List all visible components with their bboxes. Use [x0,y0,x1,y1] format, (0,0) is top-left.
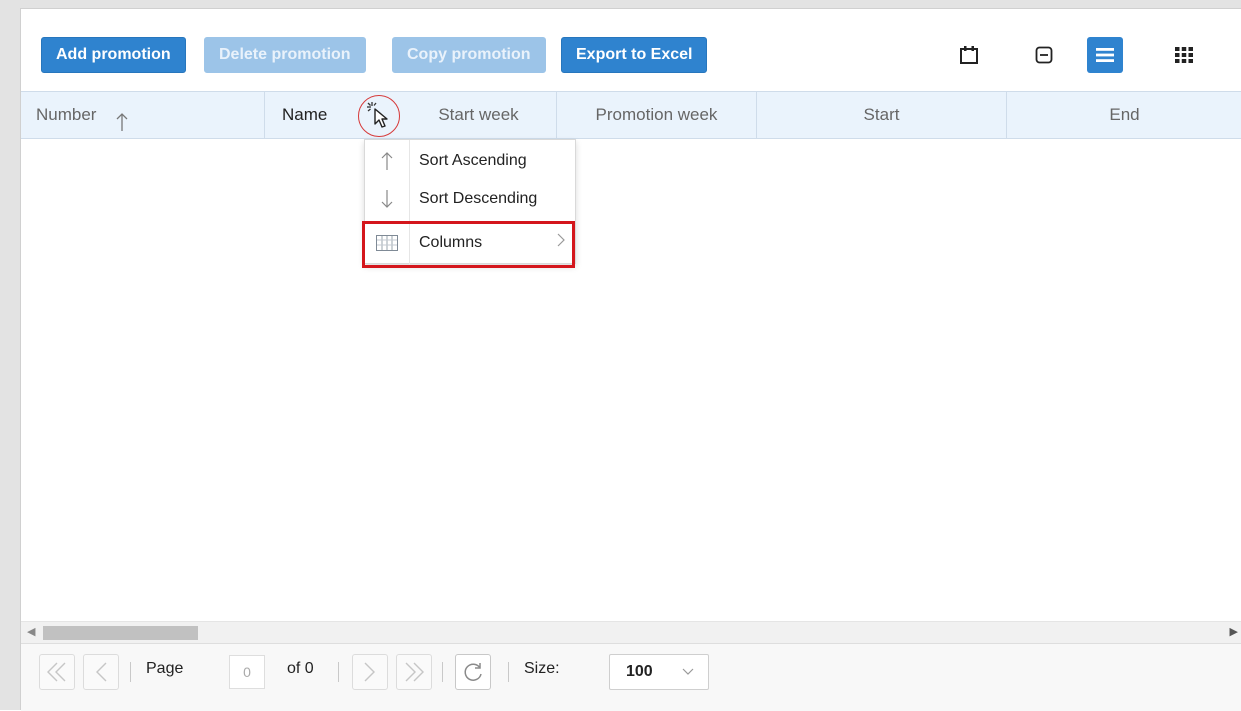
column-header-end[interactable]: End [1007,92,1241,138]
toolbar: Add promotion Delete promotion Copy prom… [21,9,1241,91]
list-view-icon[interactable] [1087,37,1123,73]
chevron-down-icon [682,655,694,689]
page-size-label: Size: [524,660,560,677]
pager-separator [338,662,339,682]
horizontal-scrollbar[interactable]: ◀ ▶ [21,621,1241,643]
page-size-value: 100 [626,663,653,680]
page-size-select[interactable]: 100 [609,654,709,690]
scroll-right-icon[interactable]: ▶ [1230,625,1238,638]
menu-item-label: Sort Ascending [419,152,527,169]
column-header-label: Start [863,105,900,124]
previous-page-button[interactable] [83,654,119,690]
column-header-label: Start week [438,105,519,124]
collapse-icon[interactable] [1026,37,1062,73]
top-border-strip [0,0,1241,8]
page-count-label: of 0 [287,660,314,677]
column-header-label: Promotion week [595,105,718,124]
menu-item-label: Sort Descending [419,190,538,207]
column-header-label: Number [36,105,97,124]
column-header-start[interactable]: Start [757,92,1007,138]
left-border-strip [0,0,20,710]
menu-item-sort-ascending[interactable]: Sort Ascending [365,142,575,180]
next-page-button[interactable] [352,654,388,690]
grid-header-row: Number Name Start week Promotion week St… [21,91,1241,139]
pager-separator [508,662,509,682]
arrow-down-icon [365,180,409,218]
arrow-up-icon [365,142,409,180]
copy-promotion-button[interactable]: Copy promotion [392,37,546,73]
page-number-input[interactable] [229,655,265,689]
calendar-icon[interactable] [951,37,987,73]
highlight-box-columns [362,221,575,268]
promotions-grid-panel: Add promotion Delete promotion Copy prom… [20,8,1241,711]
scrollbar-thumb[interactable] [43,626,198,640]
export-to-excel-button[interactable]: Export to Excel [561,37,708,73]
pager-separator [442,662,443,682]
pager-bar: Page of 0 Size: 100 [21,643,1241,711]
column-header-label: Name [282,105,328,124]
delete-promotion-button[interactable]: Delete promotion [204,37,366,73]
column-header-start-week[interactable]: Start week [401,92,557,138]
add-promotion-button[interactable]: Add promotion [41,37,186,73]
refresh-button[interactable] [455,654,491,690]
last-page-button[interactable] [396,654,432,690]
mouse-cursor-icon [366,101,392,134]
pager-separator [130,662,131,682]
column-header-label: End [1109,105,1140,124]
page-label: Page [146,660,184,677]
column-header-promotion-week[interactable]: Promotion week [557,92,757,138]
grid-body [21,139,1241,621]
grid-view-icon[interactable] [1166,37,1202,73]
column-header-number[interactable]: Number [21,92,265,138]
scroll-left-icon[interactable]: ◀ [27,625,35,638]
menu-item-sort-descending[interactable]: Sort Descending [365,180,575,218]
first-page-button[interactable] [39,654,75,690]
